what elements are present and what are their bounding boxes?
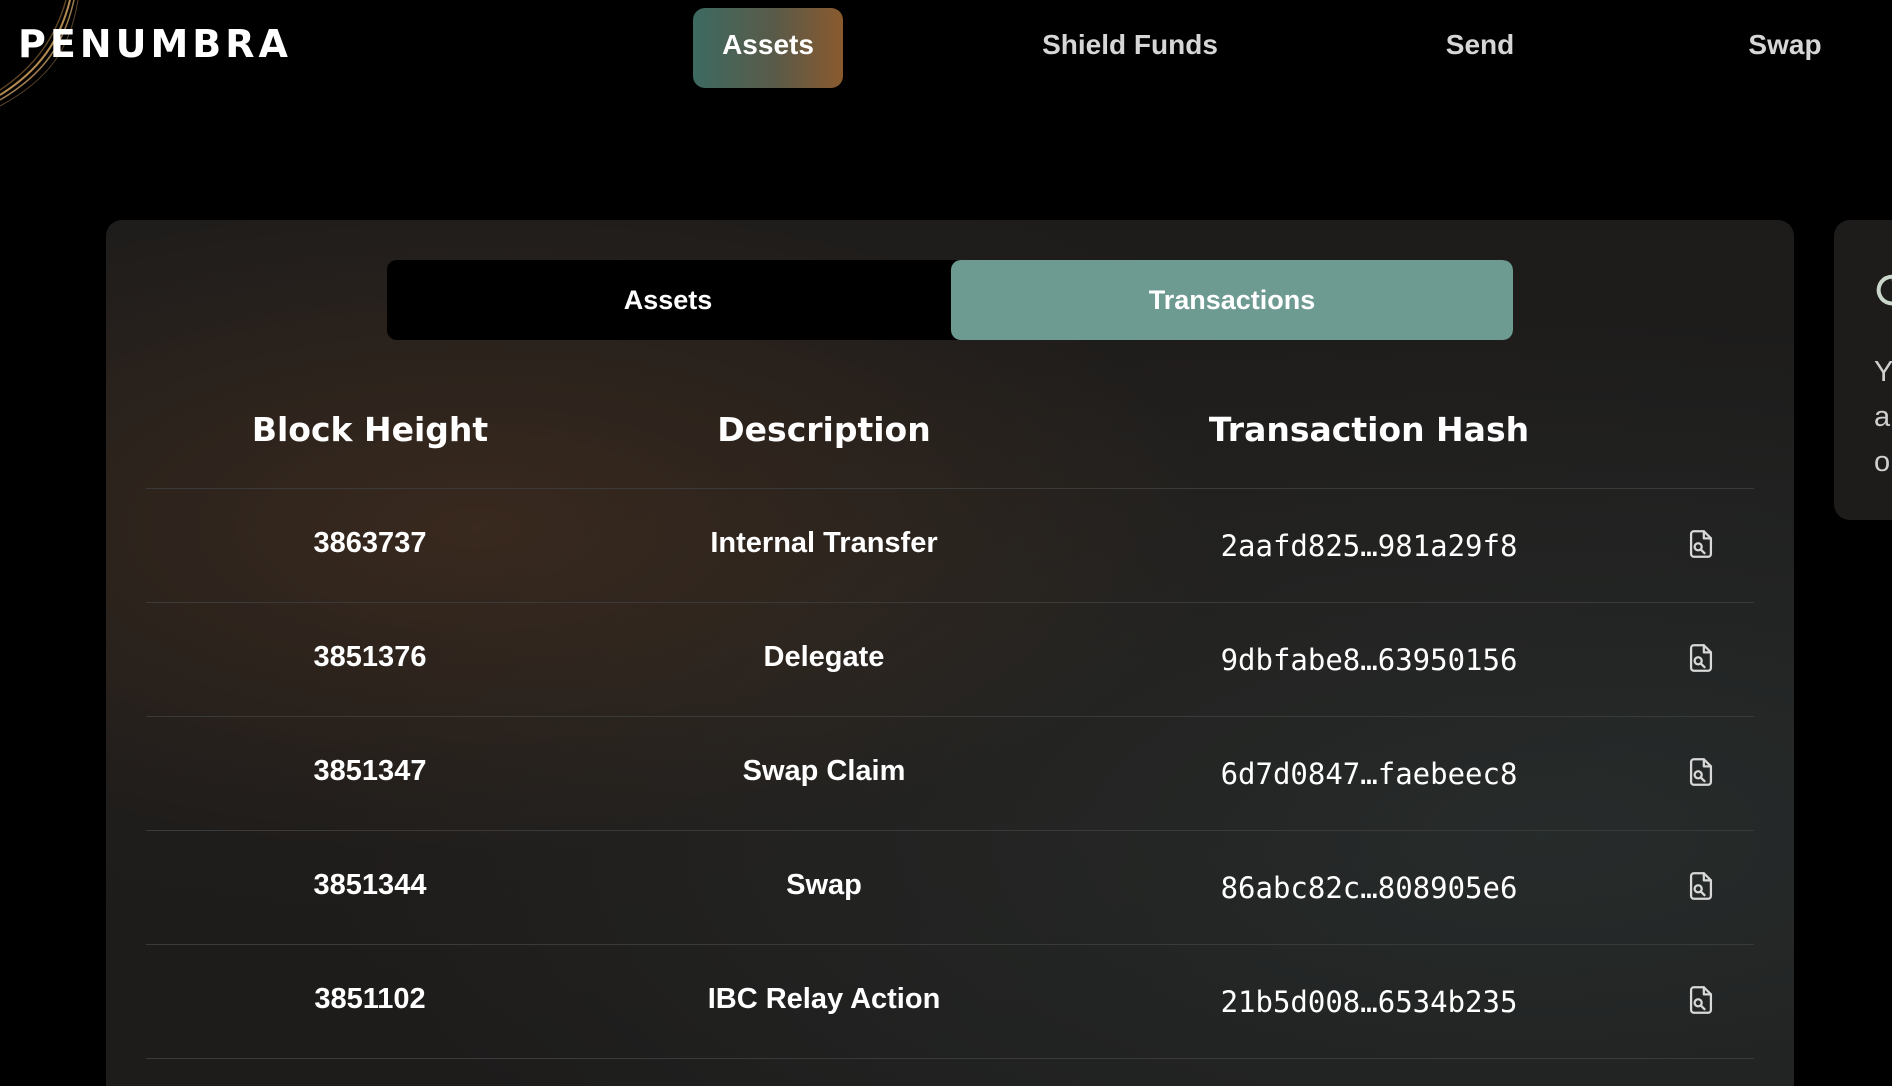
refresh-icon[interactable] [1872, 270, 1892, 310]
block-height-cell: 3851347 [313, 755, 427, 787]
tab-assets[interactable]: Assets [387, 260, 949, 340]
top-navigation: Assets Shield Funds Send Swap [0, 8, 1892, 88]
description-cell: Delegate [763, 641, 885, 673]
block-height-cell: 3863737 [313, 527, 427, 559]
nav-item-swap[interactable]: Swap [1720, 8, 1850, 88]
transaction-hash-cell[interactable]: 6d7d0847…faebeec8 [1054, 757, 1684, 791]
description-cell: Swap [786, 869, 862, 901]
table-row: 3863737 Internal Transfer 2aafd825…981a2… [146, 489, 1754, 603]
table-row: 3851344 Swap 86abc82c…808905e6 [146, 831, 1754, 945]
side-panel-text: Y a o [1874, 350, 1892, 485]
transactions-table: Block Height Description Transaction Has… [146, 380, 1754, 1059]
description-cell: Swap Claim [742, 755, 906, 787]
app-page: PENUMBRA Assets Shield Funds Send Swap A… [0, 0, 1892, 1086]
column-header-block-height: Block Height [251, 410, 489, 449]
nav-item-send[interactable]: Send [1420, 8, 1540, 88]
main-card: Assets Transactions Block Height Descrip… [106, 220, 1794, 1086]
side-text-line: o [1874, 446, 1891, 478]
transaction-hash-cell[interactable]: 21b5d008…6534b235 [1054, 985, 1684, 1019]
transaction-hash-cell[interactable]: 9dbfabe8…63950156 [1054, 643, 1684, 677]
nav-item-shield-funds[interactable]: Shield Funds [1030, 8, 1230, 88]
table-row: 3851102 IBC Relay Action 21b5d008…6534b2… [146, 945, 1754, 1059]
document-search-icon[interactable] [1684, 755, 1718, 789]
document-search-icon[interactable] [1684, 527, 1718, 561]
transaction-hash-cell[interactable]: 86abc82c…808905e6 [1054, 871, 1684, 905]
column-header-description: Description [717, 410, 931, 449]
table-row: 3851347 Swap Claim 6d7d0847…faebeec8 [146, 717, 1754, 831]
description-cell: IBC Relay Action [707, 983, 941, 1015]
document-search-icon[interactable] [1684, 983, 1718, 1017]
table-header: Block Height Description Transaction Has… [146, 380, 1754, 489]
column-header-transaction-hash: Transaction Hash [1208, 410, 1530, 449]
table-row: 3851376 Delegate 9dbfabe8…63950156 [146, 603, 1754, 717]
block-height-cell: 3851344 [313, 869, 427, 901]
block-height-cell: 3851102 [314, 983, 426, 1015]
document-search-icon[interactable] [1684, 869, 1718, 903]
side-text-line: a [1874, 401, 1891, 433]
document-search-icon[interactable] [1684, 641, 1718, 675]
nav-item-assets[interactable]: Assets [693, 8, 843, 88]
transaction-hash-cell[interactable]: 2aafd825…981a29f8 [1054, 529, 1684, 563]
assets-transactions-toggle: Assets Transactions [387, 260, 1513, 340]
tab-transactions[interactable]: Transactions [951, 260, 1513, 340]
side-text-line: Y [1874, 356, 1892, 388]
side-info-panel: Y a o [1834, 220, 1892, 520]
description-cell: Internal Transfer [710, 527, 938, 559]
block-height-cell: 3851376 [313, 641, 427, 673]
